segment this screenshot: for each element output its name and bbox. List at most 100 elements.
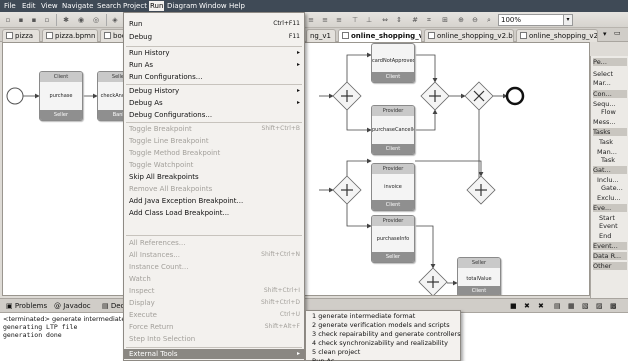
- remove-all-icon[interactable]: ✖: [538, 302, 544, 310]
- menu-item-watch[interactable]: Watch: [124, 274, 304, 284]
- menu-view[interactable]: View: [40, 1, 59, 11]
- menu-item-remove-all-breakpoints[interactable]: Remove All Breakpoints: [124, 184, 304, 194]
- task-total-value[interactable]: Seller totalValue Client: [457, 257, 501, 295]
- scroll-lock-icon[interactable]: ▦: [568, 302, 575, 310]
- palette-exclusive-gateway[interactable]: Exclu...: [597, 194, 621, 202]
- tab-online-shopping-v1[interactable]: online_shopping_v1 ✕: [338, 29, 422, 42]
- palette-events-more[interactable]: Event...: [593, 242, 627, 250]
- layout-icon[interactable]: ⊞: [440, 15, 450, 25]
- save-all-icon[interactable]: ▪: [29, 15, 39, 25]
- task-invoice[interactable]: Provider invoice Client: [371, 163, 415, 211]
- menu-item-debug-as[interactable]: Debug As ▸: [124, 98, 304, 108]
- submenu-item-generate-intermediate-format[interactable]: 1 generate intermediate format: [306, 312, 460, 321]
- palette-sequence-flow[interactable]: Sequ...: [593, 100, 616, 108]
- menu-item-external-tools[interactable]: External Tools ▸: [124, 349, 304, 359]
- zoom-select[interactable]: 100%: [498, 14, 564, 26]
- submenu-item-generate-verification-models[interactable]: 2 generate verification models and scrip…: [306, 321, 460, 330]
- menu-diagram[interactable]: Diagram: [166, 1, 198, 11]
- menu-item-add-java-exception-breakpoint[interactable]: Add Java Exception Breakpoint...: [124, 196, 304, 206]
- menu-item-toggle-breakpoint[interactable]: Toggle Breakpoint Shift+Ctrl+B: [124, 124, 304, 134]
- snap-icon[interactable]: ⌗: [424, 15, 434, 25]
- display-console-icon[interactable]: ▨: [596, 302, 603, 310]
- new-icon[interactable]: ▫: [3, 15, 13, 25]
- menu-item-inspect[interactable]: Inspect Shift+Ctrl+I: [124, 286, 304, 296]
- tab-online-shopping-v2[interactable]: online_shopping_v2: [516, 29, 598, 42]
- menu-item-debug[interactable]: Debug F11: [124, 32, 304, 42]
- menu-item-add-class-load-breakpoint[interactable]: Add Class Load Breakpoint...: [124, 208, 304, 218]
- menu-item-debug-configurations[interactable]: Debug Configurations...: [124, 110, 304, 120]
- tab-shopping-v1-bpmn[interactable]: ng_v1: [306, 29, 336, 42]
- tab-problems[interactable]: ▣ Problems: [4, 301, 49, 313]
- submenu-item-clean-project[interactable]: 5 clean project: [306, 348, 460, 357]
- open-type-icon[interactable]: ◈: [110, 15, 120, 25]
- palette-select-tool[interactable]: Select: [593, 70, 613, 78]
- task-card-not-approved[interactable]: cardNotApproved Client: [371, 43, 415, 83]
- terminate-icon[interactable]: ■: [510, 302, 517, 310]
- palette-events-section[interactable]: Eve...: [593, 204, 627, 212]
- tab-pizza[interactable]: pizza: [2, 29, 40, 42]
- menu-item-display[interactable]: Display Shift+Ctrl+D: [124, 298, 304, 308]
- task-purchase-cancelled[interactable]: Provider purchaseCancelled Client: [371, 105, 415, 155]
- zoom-out-icon[interactable]: ⊖: [470, 15, 480, 25]
- menu-edit[interactable]: Edit: [21, 1, 37, 11]
- minimize-icon[interactable]: ▭: [614, 29, 621, 37]
- menu-item-run[interactable]: Run Ctrl+F11: [124, 19, 304, 29]
- palette-message-flow[interactable]: Mess...: [593, 118, 616, 126]
- palette-other-section[interactable]: Other: [593, 262, 627, 270]
- menu-item-execute[interactable]: Execute Ctrl+U: [124, 310, 304, 320]
- menu-window[interactable]: Window: [198, 1, 228, 11]
- zoom-icon[interactable]: ⌕: [484, 15, 494, 25]
- menu-item-run-as[interactable]: Run As ▸: [124, 60, 304, 70]
- external-tools-icon[interactable]: ◎: [91, 15, 101, 25]
- print-icon[interactable]: ▫: [42, 15, 52, 25]
- align-middle-icon[interactable]: ⊥: [364, 15, 374, 25]
- tab-javadoc[interactable]: @ Javadoc: [52, 301, 93, 313]
- tab-pizza-bpmn[interactable]: pizza.bpmn: [42, 29, 98, 42]
- menu-item-skip-all-breakpoints[interactable]: Skip All Breakpoints: [124, 172, 304, 182]
- clear-console-icon[interactable]: ▤: [554, 302, 561, 310]
- match-width-icon[interactable]: ⇔: [380, 15, 390, 25]
- palette-manual-task[interactable]: Man...: [597, 148, 617, 156]
- menu-item-all-instances[interactable]: All Instances... Shift+Ctrl+N: [124, 250, 304, 260]
- menu-item-debug-history[interactable]: Debug History ▸: [124, 86, 304, 96]
- menu-search[interactable]: Search: [96, 1, 122, 11]
- menu-item-instance-count[interactable]: Instance Count...: [124, 262, 304, 272]
- menu-item-run-history[interactable]: Run History ▸: [124, 48, 304, 58]
- tab-online-shopping-v2-bpmn[interactable]: online_shopping_v2.bpmn: [424, 29, 514, 42]
- menu-project[interactable]: Project: [122, 1, 148, 11]
- palette-start-event[interactable]: Start: [599, 214, 615, 222]
- menu-navigate[interactable]: Navigate: [61, 1, 94, 11]
- save-icon[interactable]: ▪: [16, 15, 26, 25]
- chevron-down-icon[interactable]: ▾: [563, 14, 573, 26]
- debug-icon[interactable]: ✱: [61, 15, 71, 25]
- menu-item-step-into-selection[interactable]: Step Into Selection: [124, 334, 304, 344]
- submenu-item-check-synchronizability[interactable]: 4 check synchronizability and realizabil…: [306, 339, 460, 348]
- menu-help[interactable]: Help: [228, 1, 246, 11]
- align-top-icon[interactable]: ⊤: [350, 15, 360, 25]
- menu-item-toggle-method-breakpoint[interactable]: Toggle Method Breakpoint: [124, 148, 304, 158]
- run-icon[interactable]: ◉: [76, 15, 86, 25]
- palette-header[interactable]: Pe...: [593, 58, 627, 66]
- palette-data-section[interactable]: Data R...: [593, 252, 627, 260]
- align-left-icon[interactable]: ≡: [306, 15, 316, 25]
- palette-inclusive-gateway[interactable]: Inclu...: [597, 176, 619, 184]
- match-height-icon[interactable]: ⇕: [394, 15, 404, 25]
- palette-tasks-section[interactable]: Tasks: [593, 128, 627, 136]
- pin-console-icon[interactable]: ▧: [582, 302, 589, 310]
- open-console-icon[interactable]: ▩: [610, 302, 617, 310]
- palette-connections-section[interactable]: Con...: [593, 90, 627, 98]
- submenu-item-check-repairability[interactable]: 3 check repairability and generate contr…: [306, 330, 461, 339]
- palette-gateways-section[interactable]: Gat...: [593, 166, 627, 174]
- align-center-icon[interactable]: ≡: [320, 15, 330, 25]
- submenu-item-run-as[interactable]: Run As: [306, 357, 460, 361]
- zoom-in-icon[interactable]: ⊕: [456, 15, 466, 25]
- align-right-icon[interactable]: ≡: [334, 15, 344, 25]
- grid-icon[interactable]: #: [410, 15, 420, 25]
- task-purchase[interactable]: Client purchase Seller: [39, 71, 83, 121]
- task-purchase-info[interactable]: Provider purchaseInfo Seller: [371, 215, 415, 263]
- view-menu-icon[interactable]: ▾: [603, 30, 607, 38]
- palette-end-event[interactable]: End: [599, 232, 611, 240]
- menu-run[interactable]: Run: [149, 1, 165, 11]
- menu-item-toggle-line-breakpoint[interactable]: Toggle Line Breakpoint: [124, 136, 304, 146]
- menu-item-toggle-watchpoint[interactable]: Toggle Watchpoint: [124, 160, 304, 170]
